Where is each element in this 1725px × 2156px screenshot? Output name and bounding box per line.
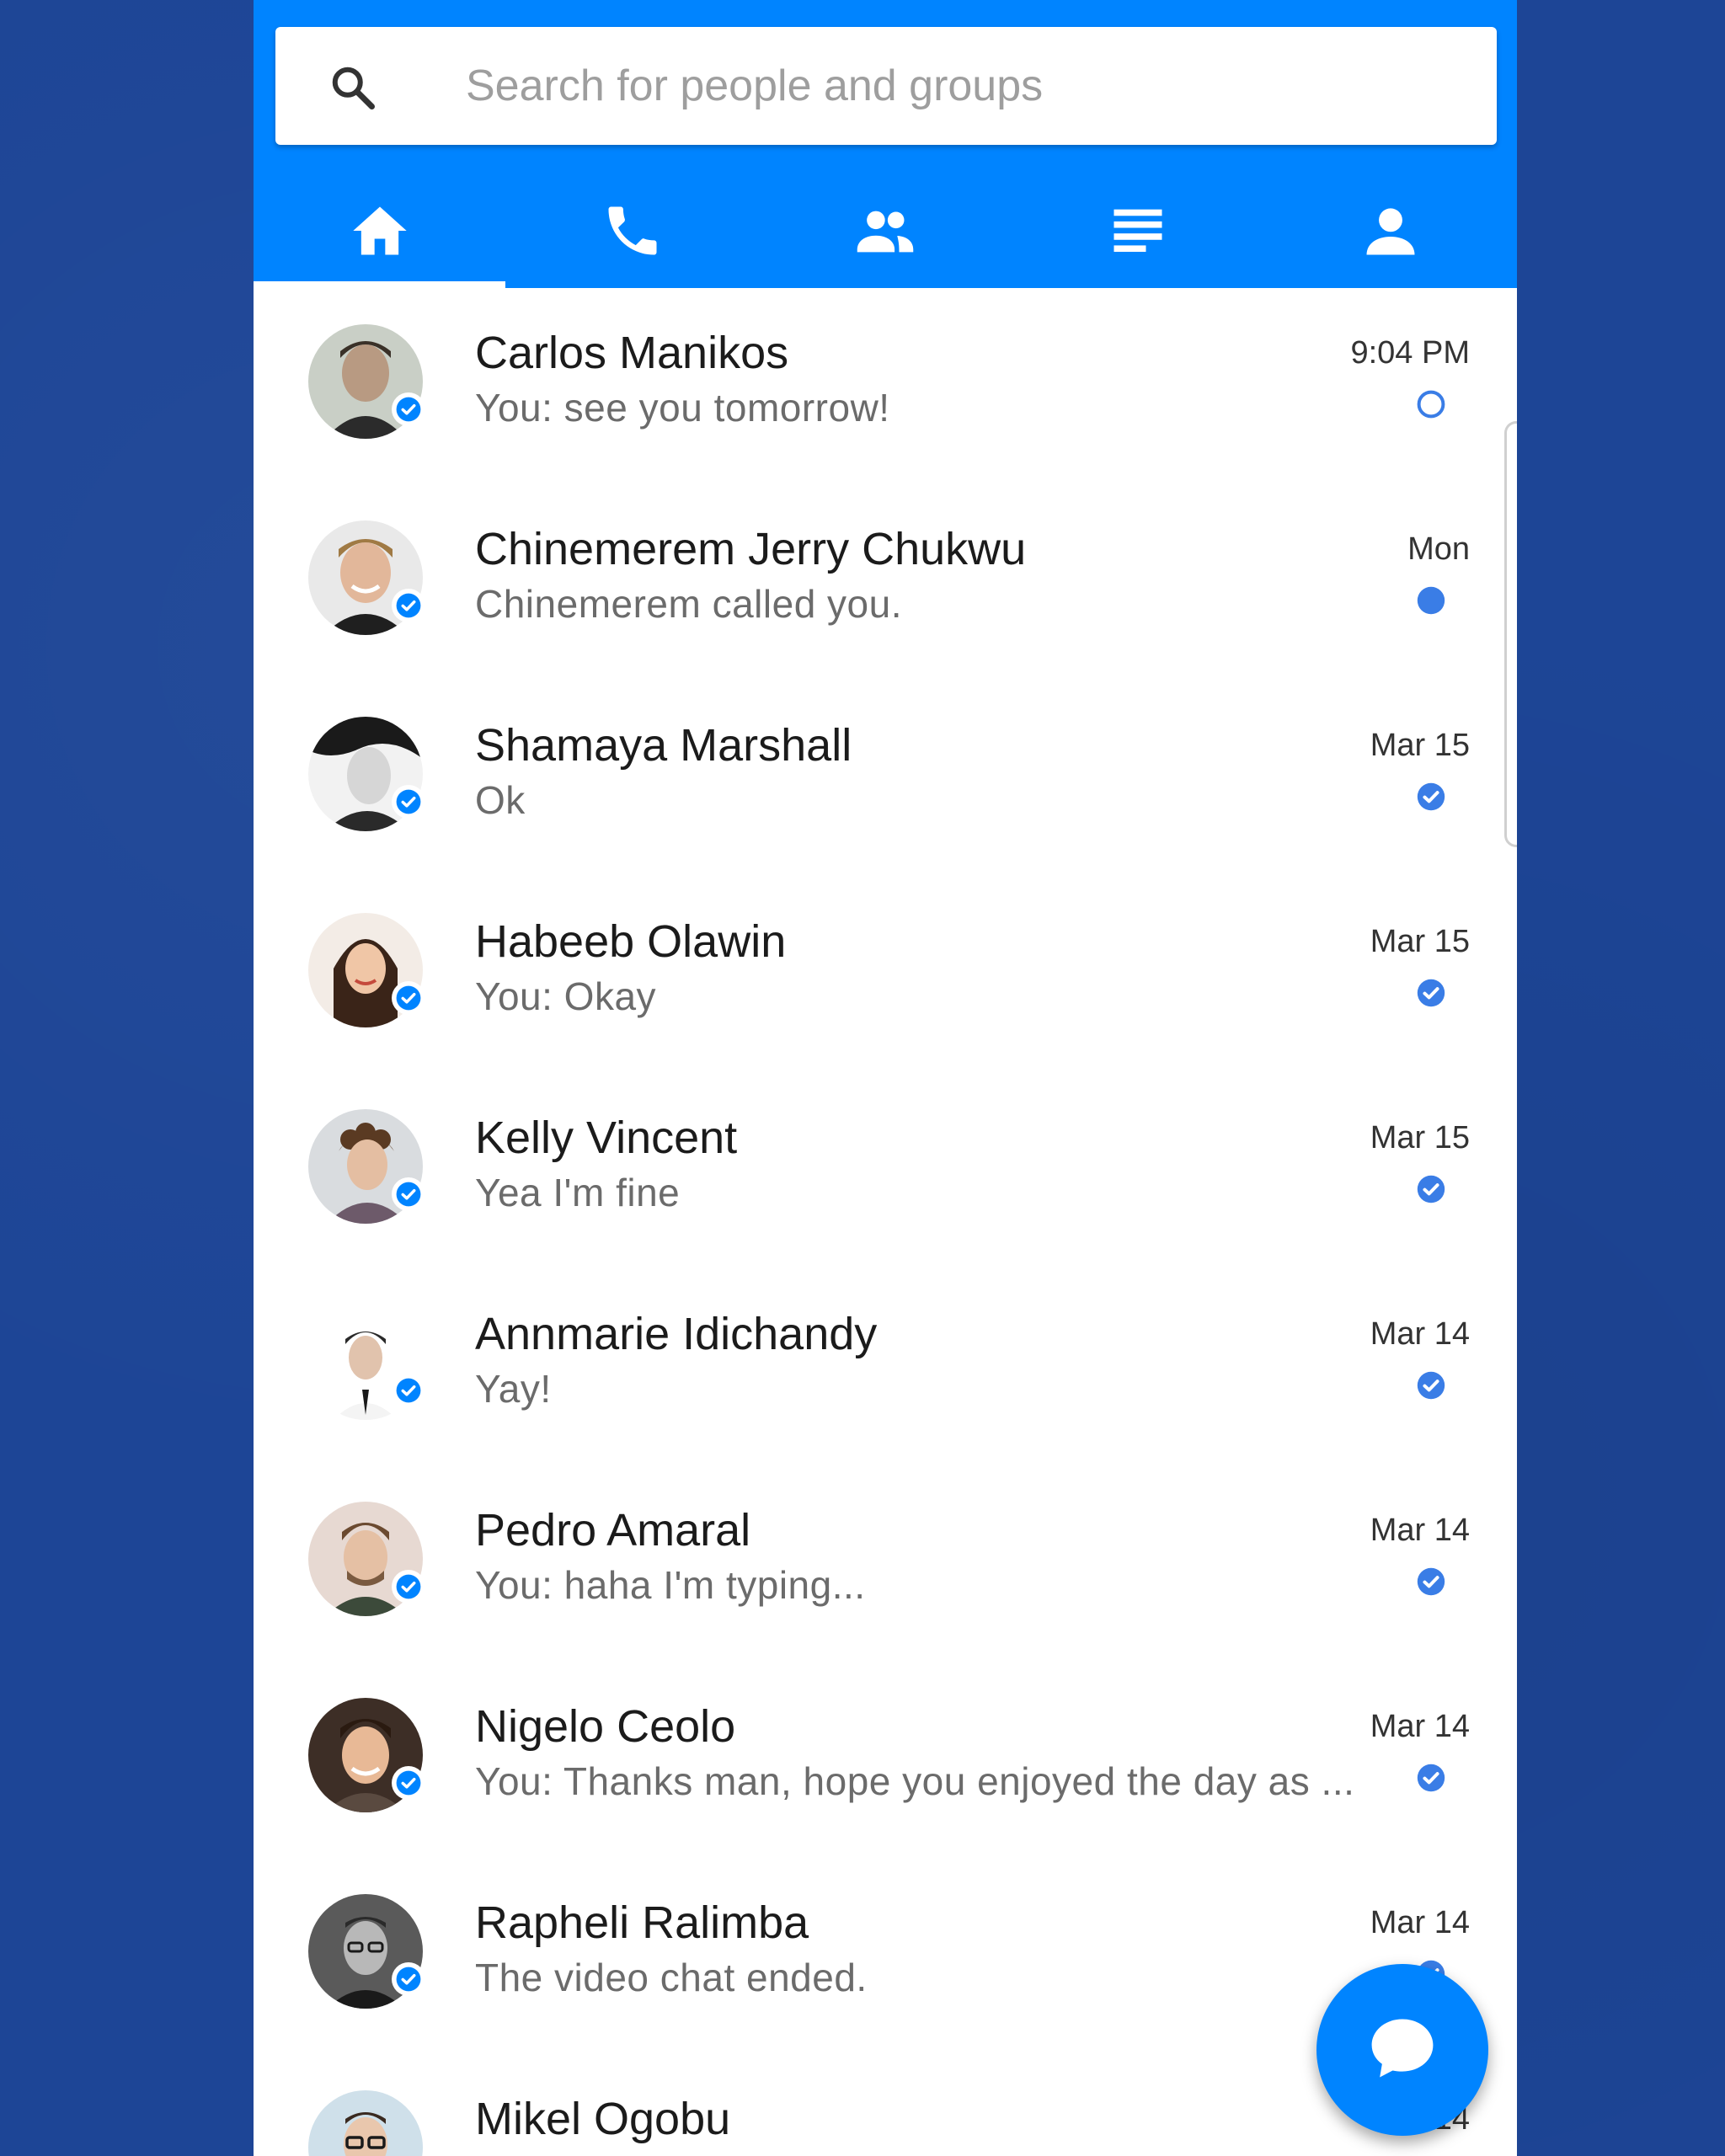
timestamp: 9:04 PM [1350, 335, 1470, 371]
contact-name: Chinemerem Jerry Chukwu [475, 524, 1027, 574]
app-window: Search for people and groups Carlos Mani… [254, 0, 1517, 2156]
timestamp: Mar 14 [1370, 1905, 1470, 1940]
delivered-check-icon [1416, 1370, 1446, 1401]
contact-name: Rapheli Ralimba [475, 1897, 809, 1948]
tab-home[interactable] [254, 177, 506, 288]
message-preview: Ok [475, 778, 526, 822]
sent-ring-icon [1416, 389, 1446, 419]
new-message-button[interactable] [1316, 1964, 1488, 2136]
search-bar[interactable]: Search for people and groups [275, 27, 1497, 145]
verified-badge-icon [392, 785, 425, 819]
conversation-row[interactable]: Habeeb Olawin You: Okay Mar 15 [254, 877, 1517, 1073]
verified-badge-icon [392, 1766, 425, 1800]
tab-groups[interactable] [759, 177, 1012, 288]
contact-name: Kelly Vincent [475, 1113, 738, 1163]
message-preview: The video chat ended. [475, 1956, 868, 1999]
verified-badge-icon [392, 1177, 425, 1211]
message-preview: You: Okay [475, 974, 657, 1018]
timestamp: Mar 14 [1370, 1316, 1470, 1352]
people-icon [853, 199, 917, 267]
delivered-check-icon [1416, 978, 1446, 1008]
contact-name: Carlos Manikos [475, 328, 789, 378]
message-preview: Yea I'm fine [475, 1171, 681, 1214]
contact-name: Pedro Amaral [475, 1505, 751, 1556]
tab-profile[interactable] [1264, 177, 1517, 288]
delivered-check-icon [1416, 1566, 1446, 1597]
verified-badge-icon [392, 1962, 425, 1996]
active-tab-indicator [254, 281, 505, 288]
contact-name: Nigelo Ceolo [475, 1701, 736, 1752]
contact-name: Habeeb Olawin [475, 916, 787, 967]
search-input[interactable]: Search for people and groups [466, 52, 1043, 120]
timestamp: Mar 15 [1370, 1120, 1470, 1155]
timestamp: Mon [1407, 531, 1470, 567]
timestamp: Mar 15 [1370, 728, 1470, 763]
conversation-row[interactable]: Carlos Manikos You: see you tomorrow! 9:… [254, 288, 1517, 484]
contact-name: Annmarie Idichandy [475, 1309, 878, 1359]
delivered-check-icon [1416, 1763, 1446, 1793]
delivered-check-icon [1416, 782, 1446, 812]
verified-badge-icon [392, 1570, 425, 1604]
verified-badge-icon [392, 589, 425, 622]
conversation-row[interactable]: Chinemerem Jerry Chukwu Chinemerem calle… [254, 484, 1517, 680]
conversation-row[interactable]: Nigelo Ceolo You: Thanks man, hope you e… [254, 1662, 1517, 1858]
top-bar: Search for people and groups [254, 0, 1517, 288]
timestamp: Mar 14 [1370, 1709, 1470, 1744]
home-icon [348, 199, 412, 267]
list-icon [1106, 199, 1170, 267]
avatar [308, 2090, 423, 2156]
timestamp: Mar 15 [1370, 924, 1470, 959]
verified-badge-icon [392, 392, 425, 426]
message-preview: You: Thanks man, hope you enjoyed the da… [475, 1759, 1355, 1803]
contact-name: Shamaya Marshall [475, 720, 852, 771]
conversation-row[interactable]: Shamaya Marshall Ok Mar 15 [254, 680, 1517, 877]
timestamp: Mar 14 [1370, 1513, 1470, 1548]
message-preview: You: haha I'm typing... [475, 1563, 866, 1607]
search-icon [328, 62, 378, 113]
tab-calls[interactable] [506, 177, 759, 288]
new-message-icon [1364, 2009, 1441, 2091]
contact-name: Mikel Ogobu [475, 2094, 731, 2144]
unread-dot-icon [1416, 585, 1446, 616]
conversation-row[interactable]: Pedro Amaral You: haha I'm typing... Mar… [254, 1465, 1517, 1662]
person-icon [1359, 199, 1423, 267]
tab-stories[interactable] [1012, 177, 1264, 288]
delivered-check-icon [1416, 1174, 1446, 1204]
verified-badge-icon [392, 1374, 425, 1407]
message-preview: Yay! [475, 1367, 552, 1411]
phone-icon [601, 199, 665, 267]
message-preview: Chinemerem called you. [475, 582, 903, 626]
conversation-row[interactable]: Kelly Vincent Yea I'm fine Mar 15 [254, 1073, 1517, 1269]
conversation-row[interactable]: Annmarie Idichandy Yay! Mar 14 [254, 1269, 1517, 1465]
message-preview: You: see you tomorrow! [475, 386, 890, 430]
tab-bar [254, 177, 1517, 288]
verified-badge-icon [392, 981, 425, 1015]
